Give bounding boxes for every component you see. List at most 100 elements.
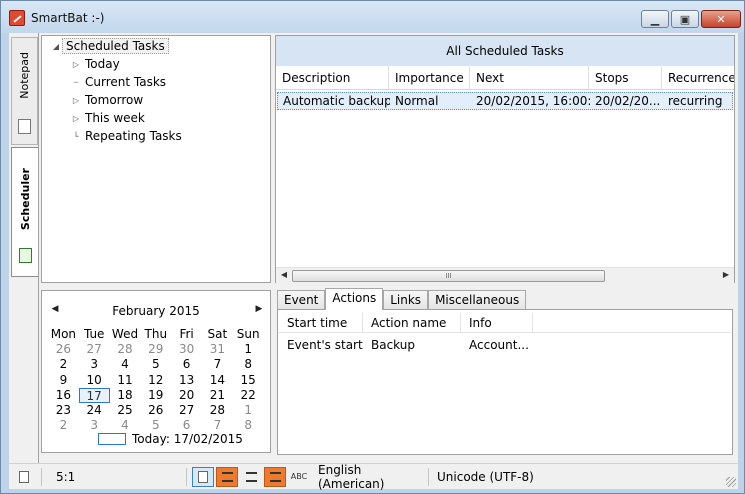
- scroll-right-icon[interactable]: ▶: [719, 270, 733, 279]
- tab-miscellaneous[interactable]: Miscellaneous: [428, 290, 527, 310]
- column-header-description[interactable]: Description: [276, 66, 389, 90]
- collapse-icon[interactable]: ◢: [50, 42, 62, 51]
- today-label: Today: 17/02/2015: [132, 432, 243, 446]
- table-row[interactable]: Automatic backup Normal 20/02/2015, 16:0…: [277, 92, 733, 110]
- calendar-day[interactable]: 1: [233, 342, 264, 357]
- calendar-day[interactable]: 29: [140, 342, 171, 357]
- tree-item-repeating-tasks[interactable]: └ Repeating Tasks: [70, 127, 185, 145]
- calendar-day[interactable]: 20: [171, 388, 202, 403]
- cursor-position: 5:1: [56, 469, 76, 484]
- tab-links[interactable]: Links: [383, 290, 429, 310]
- calendar-day-selected[interactable]: 17: [78, 387, 110, 403]
- title-bar[interactable]: SmartBat :-) ▁ ▣ ✕: [1, 1, 744, 33]
- tree-item-today[interactable]: ▷ Today: [70, 55, 123, 73]
- column-header-next[interactable]: Next: [470, 66, 589, 90]
- tab-event[interactable]: Event: [277, 290, 326, 310]
- calendar-day[interactable]: 2: [48, 357, 79, 372]
- weekday-label: Sun: [236, 327, 260, 341]
- calendar-day[interactable]: 21: [202, 388, 233, 403]
- weekday-label: Sat: [207, 327, 228, 341]
- wrap-icon: [221, 471, 233, 482]
- tab-actions[interactable]: Actions: [325, 288, 384, 310]
- calendar-day[interactable]: 18: [110, 388, 141, 403]
- calendar-day[interactable]: 7: [202, 357, 233, 372]
- calendar-day[interactable]: 8: [233, 357, 264, 372]
- language-indicator[interactable]: English (American): [318, 463, 428, 491]
- tree-item-label: Current Tasks: [85, 75, 167, 89]
- calendar-day[interactable]: 25: [110, 403, 141, 418]
- tab-scheduler-label: Scheduler: [18, 168, 32, 231]
- weekday-label: Mon: [50, 327, 77, 341]
- calendar-day[interactable]: 24: [79, 403, 110, 418]
- calendar-day[interactable]: 10: [79, 373, 110, 388]
- align-button[interactable]: [240, 466, 262, 487]
- maximize-button[interactable]: ▣: [671, 10, 699, 28]
- next-month-icon[interactable]: ▶: [252, 304, 266, 314]
- weekday-label: Fri: [179, 327, 194, 341]
- expand-icon[interactable]: ▷: [70, 60, 82, 69]
- prev-month-icon[interactable]: ◀: [48, 304, 62, 314]
- calendar-today-link[interactable]: Today: 17/02/2015: [98, 432, 243, 446]
- calendar-day[interactable]: 28: [110, 342, 141, 357]
- column-header-action-name[interactable]: Action name: [363, 313, 461, 333]
- column-header-stops[interactable]: Stops: [589, 66, 662, 90]
- scrollbar-thumb[interactable]: III: [292, 270, 605, 282]
- minimize-button[interactable]: ▁: [641, 10, 669, 28]
- weekday-label: Thu: [144, 327, 168, 341]
- calendar-day[interactable]: 26: [140, 403, 171, 418]
- column-header-recurrence[interactable]: Recurrence: [662, 66, 734, 90]
- tree-item-label: Tomorrow: [85, 93, 144, 107]
- spellcheck-button[interactable]: ABC: [288, 466, 310, 487]
- calendar-day[interactable]: 2: [48, 418, 79, 433]
- wrap-button[interactable]: [216, 466, 238, 487]
- calendar-day[interactable]: 12: [140, 373, 171, 388]
- calendar-day[interactable]: 16: [48, 388, 79, 403]
- column-header-importance[interactable]: Importance: [389, 66, 470, 90]
- close-button[interactable]: ✕: [701, 10, 741, 28]
- tree-root[interactable]: ◢ Scheduled Tasks: [50, 37, 169, 55]
- column-header-info[interactable]: Info: [461, 313, 533, 333]
- calendar-day[interactable]: 26: [48, 342, 79, 357]
- horizontal-scrollbar[interactable]: ◀ III ▶: [276, 267, 734, 283]
- actions-table-header: Start time Action name Info: [279, 313, 731, 333]
- calendar-day[interactable]: 14: [202, 373, 233, 388]
- table-row[interactable]: Event's start Backup Account...: [279, 336, 541, 354]
- calendar-day[interactable]: 9: [48, 373, 79, 388]
- calendar-day[interactable]: 11: [110, 373, 141, 388]
- calendar-day[interactable]: 6: [171, 357, 202, 372]
- tree-item-current-tasks[interactable]: ┈ Current Tasks: [70, 73, 169, 91]
- calendar-day[interactable]: 13: [171, 373, 202, 388]
- tree-item-tomorrow[interactable]: ▷ Tomorrow: [70, 91, 146, 109]
- calendar-day[interactable]: 28: [202, 403, 233, 418]
- cell-description: Automatic backup: [283, 94, 390, 108]
- spellcheck-icon: ABC: [290, 472, 308, 481]
- calendar-day[interactable]: 27: [171, 403, 202, 418]
- expand-icon[interactable]: ▷: [70, 96, 82, 105]
- tree-item-this-week[interactable]: ▷ This week: [70, 109, 148, 127]
- divider: [186, 467, 187, 486]
- calendar-day[interactable]: 23: [48, 403, 79, 418]
- expand-icon[interactable]: ▷: [70, 114, 82, 123]
- cell-info: Account...: [469, 338, 529, 352]
- calendar-day[interactable]: 19: [140, 388, 171, 403]
- tab-scheduler[interactable]: Scheduler: [11, 147, 38, 277]
- column-header-start-time[interactable]: Start time: [279, 313, 363, 333]
- calendar-day[interactable]: 22: [233, 388, 264, 403]
- calendar-day[interactable]: 31: [202, 342, 233, 357]
- tree-line: └: [73, 131, 79, 141]
- scroll-left-icon[interactable]: ◀: [277, 270, 291, 279]
- page-view-button[interactable]: [192, 466, 214, 487]
- tab-notepad[interactable]: Notepad: [11, 37, 38, 145]
- calendar-day[interactable]: 5: [140, 357, 171, 372]
- encoding-indicator[interactable]: Unicode (UTF-8): [437, 470, 707, 484]
- calendar-day[interactable]: 3: [79, 357, 110, 372]
- resize-grip-icon[interactable]: [726, 477, 736, 487]
- tasks-panel: All Scheduled Tasks Description Importan…: [275, 35, 735, 283]
- calendar-day[interactable]: 27: [79, 342, 110, 357]
- calendar-day[interactable]: 1: [233, 403, 264, 418]
- calendar-day[interactable]: 15: [233, 373, 264, 388]
- calendar-day[interactable]: 30: [171, 342, 202, 357]
- notepad-icon: [18, 118, 31, 134]
- calendar-day[interactable]: 4: [110, 357, 141, 372]
- format-button[interactable]: [264, 466, 286, 487]
